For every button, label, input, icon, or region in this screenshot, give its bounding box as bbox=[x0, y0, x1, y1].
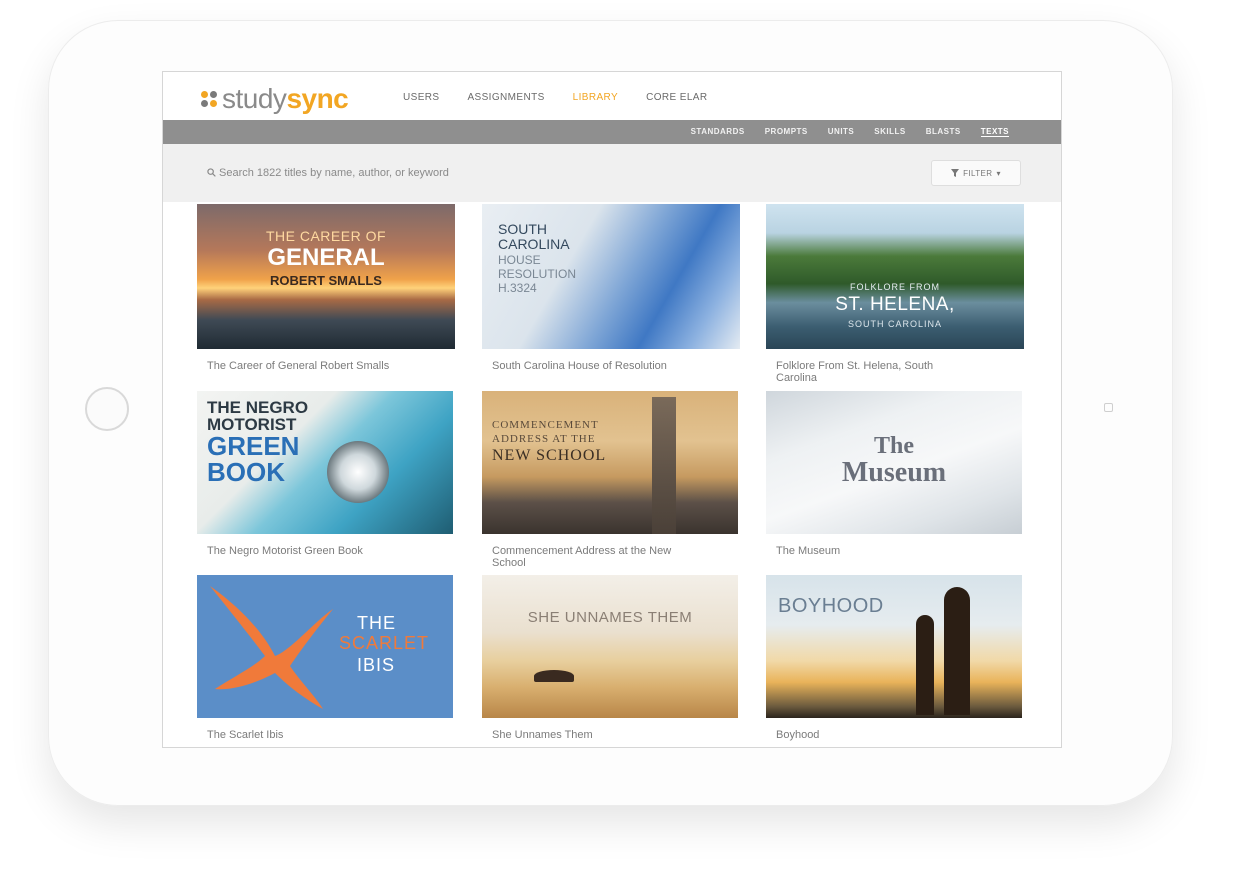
thumb-text: NEW SCHOOL bbox=[492, 447, 607, 464]
thumb-text: CAROLINA bbox=[498, 236, 570, 252]
subnav-texts[interactable]: TEXTS bbox=[980, 127, 1009, 137]
title-card[interactable]: FOLKLORE FROM ST. HELENA, SOUTH CAROLINA… bbox=[766, 204, 1024, 384]
logo-study-text: study bbox=[222, 83, 287, 114]
card-caption: The Scarlet Ibis bbox=[207, 729, 284, 741]
thumb-text: ROBERT SMALLS bbox=[270, 273, 382, 288]
home-button[interactable] bbox=[85, 387, 129, 431]
thumb-text: THE CAREER OF bbox=[265, 228, 387, 244]
thumb-text: ADDRESS AT THE bbox=[492, 433, 596, 445]
filter-label: FILTER bbox=[963, 168, 993, 178]
subnav-skills[interactable]: SKILLS bbox=[874, 127, 905, 137]
nav-users[interactable]: USERS bbox=[403, 92, 439, 103]
main-nav: USERS ASSIGNMENTS LIBRARY CORE ELAR bbox=[403, 92, 707, 103]
card-caption: She Unnames Them bbox=[492, 729, 593, 741]
library-subnav: STANDARDS PROMPTS UNITS SKILLS BLASTS TE… bbox=[163, 120, 1061, 144]
card-caption: The Negro Motorist Green Book bbox=[207, 545, 363, 557]
top-bar: study sync USERS ASSIGNMENTS LIBRARY CORE… bbox=[163, 72, 1061, 120]
title-card[interactable]: SHE UNNAMES THEM She Unnames Them bbox=[482, 575, 738, 741]
card-thumbnail: The Museum bbox=[766, 391, 1022, 534]
title-grid: THE CAREER OF GENERAL ROBERT SMALLS The … bbox=[163, 202, 1061, 747]
card-thumbnail: BOYHOOD bbox=[766, 575, 1022, 718]
father-silhouette bbox=[944, 587, 970, 715]
nav-library[interactable]: LIBRARY bbox=[573, 92, 618, 103]
skyscraper-shape bbox=[652, 397, 676, 534]
title-card[interactable]: BOYHOOD Boyhood bbox=[766, 575, 1022, 741]
search-bar: FILTER ▾ bbox=[163, 144, 1061, 202]
card-caption: Boyhood bbox=[776, 729, 820, 741]
funnel-icon bbox=[951, 169, 960, 177]
thumb-text: The bbox=[873, 433, 914, 459]
card-thumbnail: THE CAREER OF GENERAL ROBERT SMALLS bbox=[197, 204, 455, 349]
card-caption: Folklore From St. Helena, South Carolina bbox=[776, 360, 934, 384]
search-input[interactable] bbox=[203, 162, 739, 184]
child-silhouette bbox=[916, 615, 934, 715]
filter-button[interactable]: FILTER ▾ bbox=[931, 160, 1021, 186]
title-card[interactable]: THE CAREER OF GENERAL ROBERT SMALLS The … bbox=[197, 204, 455, 372]
card-caption: The Career of General Robert Smalls bbox=[207, 360, 390, 372]
nav-core-elar[interactable]: CORE ELAR bbox=[646, 92, 707, 103]
subnav-standards[interactable]: STANDARDS bbox=[691, 127, 745, 137]
thumb-text: RESOLUTION bbox=[498, 267, 577, 281]
logo-sync-text: sync bbox=[286, 83, 349, 114]
thumb-text: BOOK bbox=[207, 457, 285, 487]
card-thumbnail: THE NEGRO MOTORIST GREEN BOOK bbox=[197, 391, 453, 534]
title-card[interactable]: THE SCARLET IBIS The Scarlet Ibis bbox=[197, 575, 453, 741]
studysync-logo[interactable]: study sync bbox=[201, 83, 349, 115]
card-thumbnail: SHE UNNAMES THEM bbox=[482, 575, 738, 718]
app-screen: study sync USERS ASSIGNMENTS LIBRARY CORE… bbox=[162, 71, 1062, 748]
card-thumbnail: COMMENCEMENT ADDRESS AT THE NEW SCHOOL bbox=[482, 391, 738, 534]
thumb-text: GREEN bbox=[207, 431, 300, 461]
title-card[interactable]: SOUTH CAROLINA HOUSE RESOLUTION H.3324 S… bbox=[482, 204, 740, 372]
title-card[interactable]: THE NEGRO MOTORIST GREEN BOOK The Negro … bbox=[197, 391, 453, 557]
title-card[interactable]: COMMENCEMENT ADDRESS AT THE NEW SCHOOL C… bbox=[482, 391, 738, 569]
thumb-text: SOUTH bbox=[498, 221, 547, 237]
thumb-text: THE bbox=[357, 613, 396, 633]
thumb-text: COMMENCEMENT bbox=[492, 419, 599, 431]
horse-riders-shape bbox=[534, 670, 574, 682]
card-caption: The Museum bbox=[776, 545, 841, 557]
subnav-units[interactable]: UNITS bbox=[828, 127, 855, 137]
subnav-prompts[interactable]: PROMPTS bbox=[765, 127, 808, 137]
thumb-text: ST. HELENA, bbox=[835, 294, 955, 315]
card-thumbnail: THE SCARLET IBIS bbox=[197, 575, 453, 718]
nav-assignments[interactable]: ASSIGNMENTS bbox=[467, 92, 544, 103]
thumb-text: BOYHOOD bbox=[778, 595, 884, 617]
ibis-bird-icon bbox=[210, 586, 333, 709]
thumb-text: SHE UNNAMES THEM bbox=[527, 609, 693, 626]
camera-dot bbox=[1104, 403, 1113, 412]
thumb-text: HOUSE bbox=[498, 253, 541, 267]
thumb-text: SCARLET bbox=[339, 633, 430, 653]
card-caption: South Carolina House of Resolution bbox=[492, 360, 667, 372]
headlight-shape bbox=[327, 441, 389, 503]
thumb-text: IBIS bbox=[357, 655, 396, 675]
subnav-blasts[interactable]: BLASTS bbox=[926, 127, 961, 137]
thumb-text: THE NEGRO bbox=[207, 398, 309, 417]
thumb-text: Museum bbox=[841, 457, 947, 488]
logo-dots-icon bbox=[201, 91, 217, 107]
card-thumbnail: SOUTH CAROLINA HOUSE RESOLUTION H.3324 bbox=[482, 204, 740, 349]
chevron-down-icon: ▾ bbox=[996, 168, 1001, 178]
thumb-text: H.3324 bbox=[498, 281, 537, 295]
thumb-text: GENERAL bbox=[267, 244, 385, 271]
thumb-text: FOLKLORE FROM bbox=[849, 282, 940, 292]
card-thumbnail: FOLKLORE FROM ST. HELENA, SOUTH CAROLINA bbox=[766, 204, 1024, 349]
thumb-text: SOUTH CAROLINA bbox=[847, 319, 942, 329]
card-caption: Commencement Address at the New School bbox=[492, 545, 672, 569]
title-card[interactable]: The Museum The Museum bbox=[766, 391, 1022, 557]
